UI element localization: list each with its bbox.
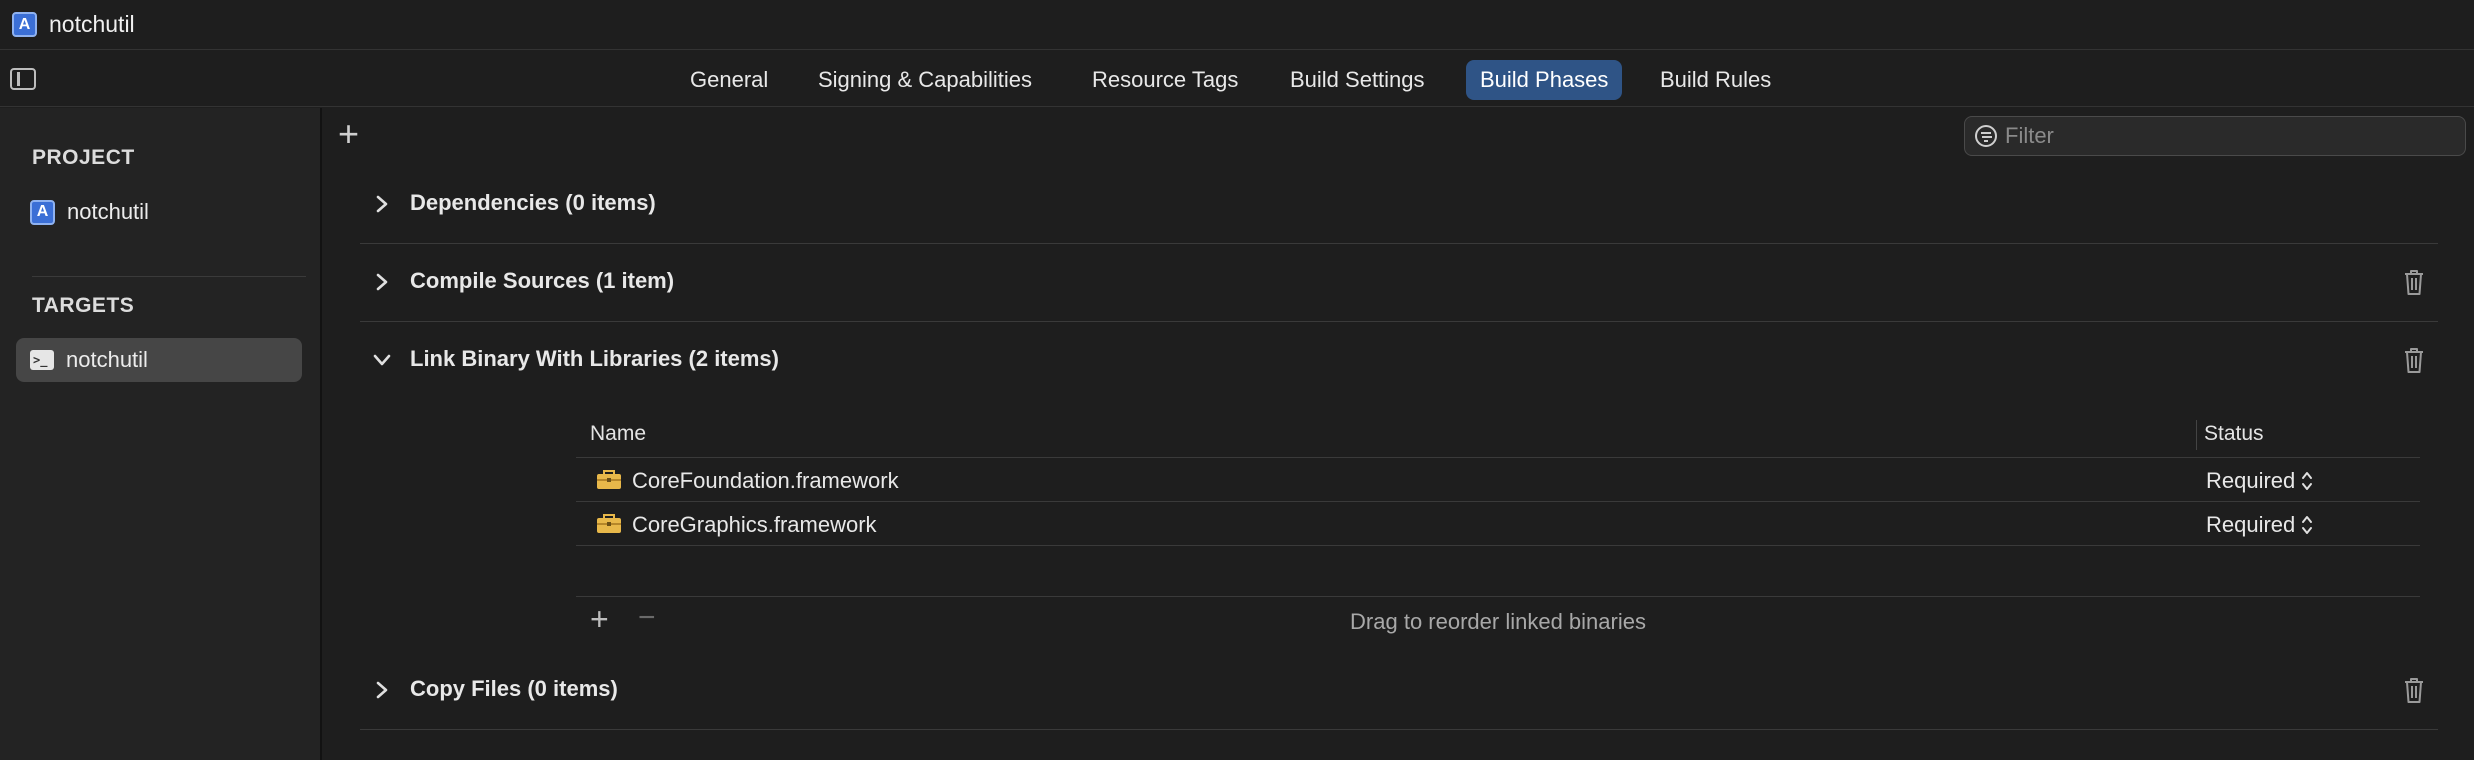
- project-navigator-sidebar: PROJECT A notchutil TARGETS >_ notchutil: [0, 108, 322, 760]
- phase-dependencies[interactable]: Dependencies (0 items): [360, 166, 2438, 244]
- tab-build-rules[interactable]: Build Rules: [1646, 60, 1785, 100]
- chevron-down-icon[interactable]: [372, 348, 392, 372]
- sidebar-item-project[interactable]: A notchutil: [16, 190, 302, 234]
- app-project-icon: A: [12, 12, 37, 37]
- tab-build-phases[interactable]: Build Phases: [1466, 60, 1623, 100]
- window-title: notchutil: [49, 11, 135, 37]
- up-down-icon: [2302, 472, 2313, 490]
- phase-copy-files[interactable]: Copy Files (0 items): [360, 652, 2438, 730]
- chevron-right-icon[interactable]: [372, 678, 392, 702]
- table-row[interactable]: CoreGraphics.framework Required: [576, 502, 2420, 546]
- toolbox-icon: [596, 468, 622, 490]
- phase-compile-sources[interactable]: Compile Sources (1 item): [360, 244, 2438, 322]
- toolbox-icon: [596, 512, 622, 534]
- up-down-icon: [2302, 516, 2313, 534]
- reorder-hint: Drag to reorder linked binaries: [1350, 609, 1646, 634]
- column-header-status[interactable]: Status: [2204, 422, 2264, 446]
- sidebar-divider: [32, 276, 306, 277]
- filter-field[interactable]: [1964, 116, 2466, 156]
- chevron-right-icon[interactable]: [372, 192, 392, 216]
- tab-build-settings[interactable]: Build Settings: [1276, 60, 1439, 100]
- window-titlebar: A notchutil: [0, 0, 2474, 50]
- phase-title: Link Binary With Libraries (2 items): [410, 346, 779, 371]
- phase-title: Copy Files (0 items): [410, 676, 618, 701]
- editor-tab-bar: General Signing & Capabilities Resource …: [0, 51, 2474, 107]
- trash-icon[interactable]: [2402, 268, 2426, 296]
- phase-title: Dependencies (0 items): [410, 190, 656, 215]
- filter-icon: [1975, 125, 1997, 147]
- tab-signing-capabilities[interactable]: Signing & Capabilities: [804, 60, 1046, 100]
- column-header-name[interactable]: Name: [590, 422, 646, 446]
- build-phases-editor: + Dependencies (0 items) Compile Sources…: [324, 108, 2474, 760]
- app-project-icon: A: [30, 199, 55, 225]
- chevron-right-icon[interactable]: [372, 270, 392, 294]
- tabs: General Signing & Capabilities Resource …: [0, 51, 2474, 107]
- project-heading: PROJECT: [32, 146, 135, 169]
- table-header: Name Status: [576, 412, 2420, 458]
- status-label: Required: [2206, 512, 2296, 537]
- column-divider[interactable]: [2196, 420, 2197, 450]
- terminal-icon: >_: [30, 350, 54, 370]
- sidebar-item-label: notchutil: [66, 347, 148, 372]
- status-label: Required: [2206, 468, 2296, 493]
- trash-icon[interactable]: [2402, 346, 2426, 374]
- filter-input[interactable]: [2005, 123, 2445, 149]
- add-build-phase-button[interactable]: +: [338, 116, 359, 152]
- table-footer: + − Drag to reorder linked binaries: [576, 596, 2420, 644]
- phase-title: Compile Sources (1 item): [410, 268, 675, 293]
- targets-heading: TARGETS: [32, 294, 135, 317]
- framework-name: CoreGraphics.framework: [632, 512, 877, 537]
- table-row[interactable]: CoreFoundation.framework Required: [576, 458, 2420, 502]
- status-popup[interactable]: Required: [2206, 468, 2313, 494]
- sidebar-item-label: notchutil: [67, 199, 149, 224]
- status-popup[interactable]: Required: [2206, 512, 2313, 538]
- trash-icon[interactable]: [2402, 676, 2426, 704]
- tab-general[interactable]: General: [676, 60, 782, 100]
- tab-resource-tags[interactable]: Resource Tags: [1078, 60, 1252, 100]
- sidebar-item-target[interactable]: >_ notchutil: [16, 338, 302, 382]
- framework-name: CoreFoundation.framework: [632, 468, 899, 493]
